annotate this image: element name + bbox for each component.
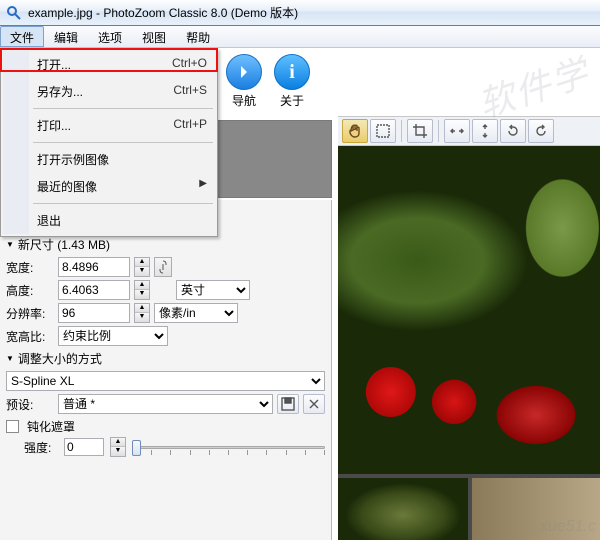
flip-horizontal-button[interactable] xyxy=(444,119,470,143)
spin-down-icon[interactable]: ▼ xyxy=(111,447,125,456)
menu-file[interactable]: 文件 xyxy=(0,26,44,47)
spin-up-icon[interactable]: ▲ xyxy=(135,304,149,313)
thumb[interactable] xyxy=(233,121,282,159)
file-dropdown: 打开... Ctrl+O 另存为... Ctrl+S 打印... Ctrl+P … xyxy=(0,48,218,237)
unsharp-checkbox[interactable] xyxy=(6,420,19,433)
resolution-spinner[interactable]: ▲▼ xyxy=(134,303,150,323)
menu-exit-label: 退出 xyxy=(37,212,61,229)
nav-button[interactable]: 导航 xyxy=(226,54,262,109)
method-title: 调整大小的方式 xyxy=(18,350,102,367)
resolution-label: 分辨率: xyxy=(6,305,54,322)
newsize-title: 新尺寸 (1.43 MB) xyxy=(18,236,110,253)
preset-label: 预设: xyxy=(6,396,54,413)
resize-panel: ▼ 新尺寸 (1.43 MB) 宽度: ▲▼ 高度: ▲▼ 英寸 分辨率: ▲▼… xyxy=(0,200,332,540)
thumb[interactable] xyxy=(282,121,331,159)
menu-open-shortcut: Ctrl+O xyxy=(172,56,207,73)
thumb[interactable] xyxy=(282,159,331,197)
strength-input[interactable] xyxy=(64,438,104,456)
pan-tool-button[interactable] xyxy=(342,119,368,143)
resize-method-select[interactable]: S-Spline XL xyxy=(6,371,325,391)
main-toolbar: 导航 i 关于 xyxy=(218,48,318,118)
toolbar-separator xyxy=(401,120,402,142)
width-spinner[interactable]: ▲▼ xyxy=(134,257,150,277)
resolution-input[interactable] xyxy=(58,303,130,323)
window-title: example.jpg - PhotoZoom Classic 8.0 (Dem… xyxy=(28,4,298,21)
thumb[interactable] xyxy=(233,159,282,197)
height-label: 高度: xyxy=(6,282,54,299)
menu-saveas[interactable]: 另存为... Ctrl+S xyxy=(3,78,215,105)
menubar: 文件 编辑 选项 视图 帮助 xyxy=(0,26,600,48)
newsize-section-header[interactable]: ▼ 新尺寸 (1.43 MB) xyxy=(6,236,325,253)
width-input[interactable] xyxy=(58,257,130,277)
crop-tool-button[interactable] xyxy=(407,119,433,143)
dropdown-separator xyxy=(33,203,213,204)
preview-image-tile xyxy=(472,478,600,540)
dropdown-separator xyxy=(33,108,213,109)
menu-saveas-shortcut: Ctrl+S xyxy=(173,83,207,100)
preview-image-tile xyxy=(338,478,468,540)
preset-select[interactable]: 普通 * xyxy=(58,394,273,414)
menu-view[interactable]: 视图 xyxy=(132,26,176,47)
canvas-toolbar xyxy=(338,116,600,146)
slider-thumb[interactable] xyxy=(132,440,141,456)
strength-label: 强度: xyxy=(24,439,58,456)
link-dimensions-button[interactable] xyxy=(154,257,172,277)
preset-save-button[interactable] xyxy=(277,394,299,414)
menu-open-sample[interactable]: 打开示例图像 xyxy=(3,146,215,173)
slider-track xyxy=(132,446,325,449)
menu-saveas-label: 另存为... xyxy=(37,83,83,100)
about-button-label: 关于 xyxy=(280,92,304,109)
spin-down-icon[interactable]: ▼ xyxy=(135,290,149,299)
spin-up-icon[interactable]: ▲ xyxy=(135,281,149,290)
preview-image-row xyxy=(338,478,600,540)
info-icon: i xyxy=(274,54,310,90)
preset-delete-button[interactable] xyxy=(303,394,325,414)
height-spinner[interactable]: ▲▼ xyxy=(134,280,150,300)
menu-open[interactable]: 打开... Ctrl+O xyxy=(3,51,215,78)
toolbar-separator xyxy=(438,120,439,142)
unsharp-label: 钝化遮罩 xyxy=(27,418,75,435)
aspect-label: 宽高比: xyxy=(6,328,54,345)
menu-open-label: 打开... xyxy=(37,56,71,73)
submenu-arrow-icon: ▶ xyxy=(199,178,207,195)
menu-print-label: 打印... xyxy=(37,117,71,134)
spin-up-icon[interactable]: ▲ xyxy=(135,258,149,267)
preview-image-main xyxy=(338,146,600,474)
nav-arrow-icon xyxy=(226,54,262,90)
rotate-right-button[interactable] xyxy=(528,119,554,143)
spin-down-icon[interactable]: ▼ xyxy=(135,267,149,276)
dropdown-separator xyxy=(33,142,213,143)
nav-button-label: 导航 xyxy=(232,92,256,109)
strength-spinner[interactable]: ▲▼ xyxy=(110,437,126,457)
menu-help[interactable]: 帮助 xyxy=(176,26,220,47)
height-input[interactable] xyxy=(58,280,130,300)
aspect-select[interactable]: 约束比例 xyxy=(58,326,168,346)
collapse-triangle-icon: ▼ xyxy=(6,354,14,363)
spin-down-icon[interactable]: ▼ xyxy=(135,313,149,322)
marquee-tool-button[interactable] xyxy=(370,119,396,143)
menu-options[interactable]: 选项 xyxy=(88,26,132,47)
menu-recent-label: 最近的图像 xyxy=(37,178,97,195)
resolution-unit-select[interactable]: 像素/in xyxy=(154,303,238,323)
slider-ticks xyxy=(132,450,325,455)
image-canvas[interactable] xyxy=(338,146,600,540)
app-icon xyxy=(6,5,22,21)
menu-print[interactable]: 打印... Ctrl+P xyxy=(3,112,215,139)
strength-slider[interactable] xyxy=(132,438,325,456)
width-label: 宽度: xyxy=(6,259,54,276)
window-titlebar: example.jpg - PhotoZoom Classic 8.0 (Dem… xyxy=(0,0,600,26)
flip-vertical-button[interactable] xyxy=(472,119,498,143)
unit-select[interactable]: 英寸 xyxy=(176,280,250,300)
menu-edit[interactable]: 编辑 xyxy=(44,26,88,47)
collapse-triangle-icon: ▼ xyxy=(6,240,14,249)
menu-print-shortcut: Ctrl+P xyxy=(173,117,207,134)
rotate-left-button[interactable] xyxy=(500,119,526,143)
spin-up-icon[interactable]: ▲ xyxy=(111,438,125,447)
menu-exit[interactable]: 退出 xyxy=(3,207,215,234)
method-section-header[interactable]: ▼ 调整大小的方式 xyxy=(6,350,325,367)
menu-open-sample-label: 打开示例图像 xyxy=(37,151,109,168)
menu-recent[interactable]: 最近的图像 ▶ xyxy=(3,173,215,200)
about-button[interactable]: i 关于 xyxy=(274,54,310,109)
